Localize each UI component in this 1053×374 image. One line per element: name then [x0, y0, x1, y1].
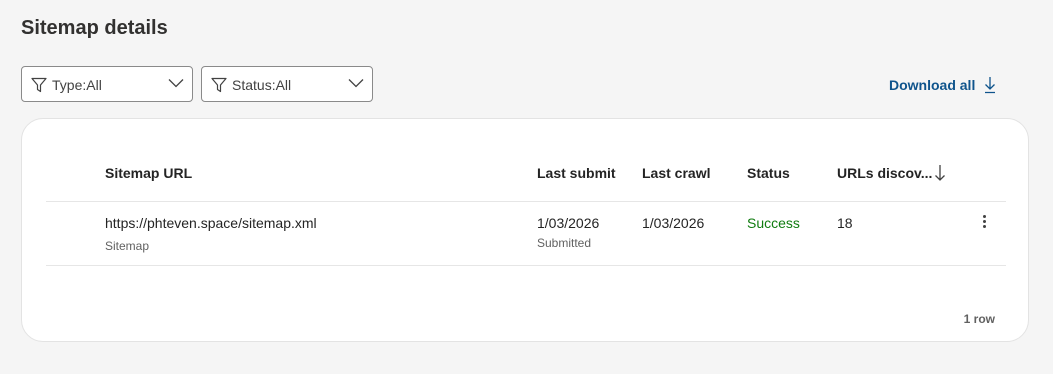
urls-discovered-value: 18 — [837, 215, 853, 231]
column-header-last-crawl[interactable]: Last crawl — [642, 165, 710, 181]
sitemap-url-link[interactable]: https://phteven.space/sitemap.xml — [105, 215, 317, 231]
submit-note: Submitted — [537, 236, 592, 250]
sort-down-arrow-icon[interactable] — [934, 164, 946, 182]
chevron-down-icon — [348, 79, 364, 88]
header-divider — [46, 201, 1006, 202]
row-count: 1 row — [963, 312, 995, 326]
type-filter-dropdown[interactable]: Type:All — [21, 66, 193, 102]
download-all-button[interactable]: Download all — [889, 74, 996, 96]
status-filter-label: Status:All — [232, 77, 292, 93]
column-header-sitemap-url[interactable]: Sitemap URL — [105, 165, 192, 181]
download-all-label: Download all — [889, 77, 976, 93]
type-filter-label: Type:All — [52, 77, 102, 93]
page-title: Sitemap details — [21, 17, 168, 39]
sitemap-type-label: Sitemap — [105, 239, 150, 253]
column-header-urls-discovered[interactable]: URLs discov... — [837, 165, 932, 181]
more-vertical-icon[interactable] — [976, 213, 992, 233]
funnel-icon — [31, 77, 47, 93]
last-crawl-value: 1/03/2026 — [642, 215, 705, 231]
column-header-status[interactable]: Status — [747, 165, 790, 181]
funnel-icon — [211, 77, 227, 93]
chevron-down-icon — [168, 79, 184, 88]
download-arrow-icon — [985, 77, 996, 94]
status-badge: Success — [747, 215, 800, 231]
row-divider — [46, 265, 1006, 266]
status-filter-dropdown[interactable]: Status:All — [201, 66, 373, 102]
column-header-last-submit[interactable]: Last submit — [537, 165, 616, 181]
sitemap-table-card: Sitemap URL Last submit Last crawl Statu… — [21, 118, 1029, 342]
last-submit-value: 1/03/2026 — [537, 215, 600, 231]
